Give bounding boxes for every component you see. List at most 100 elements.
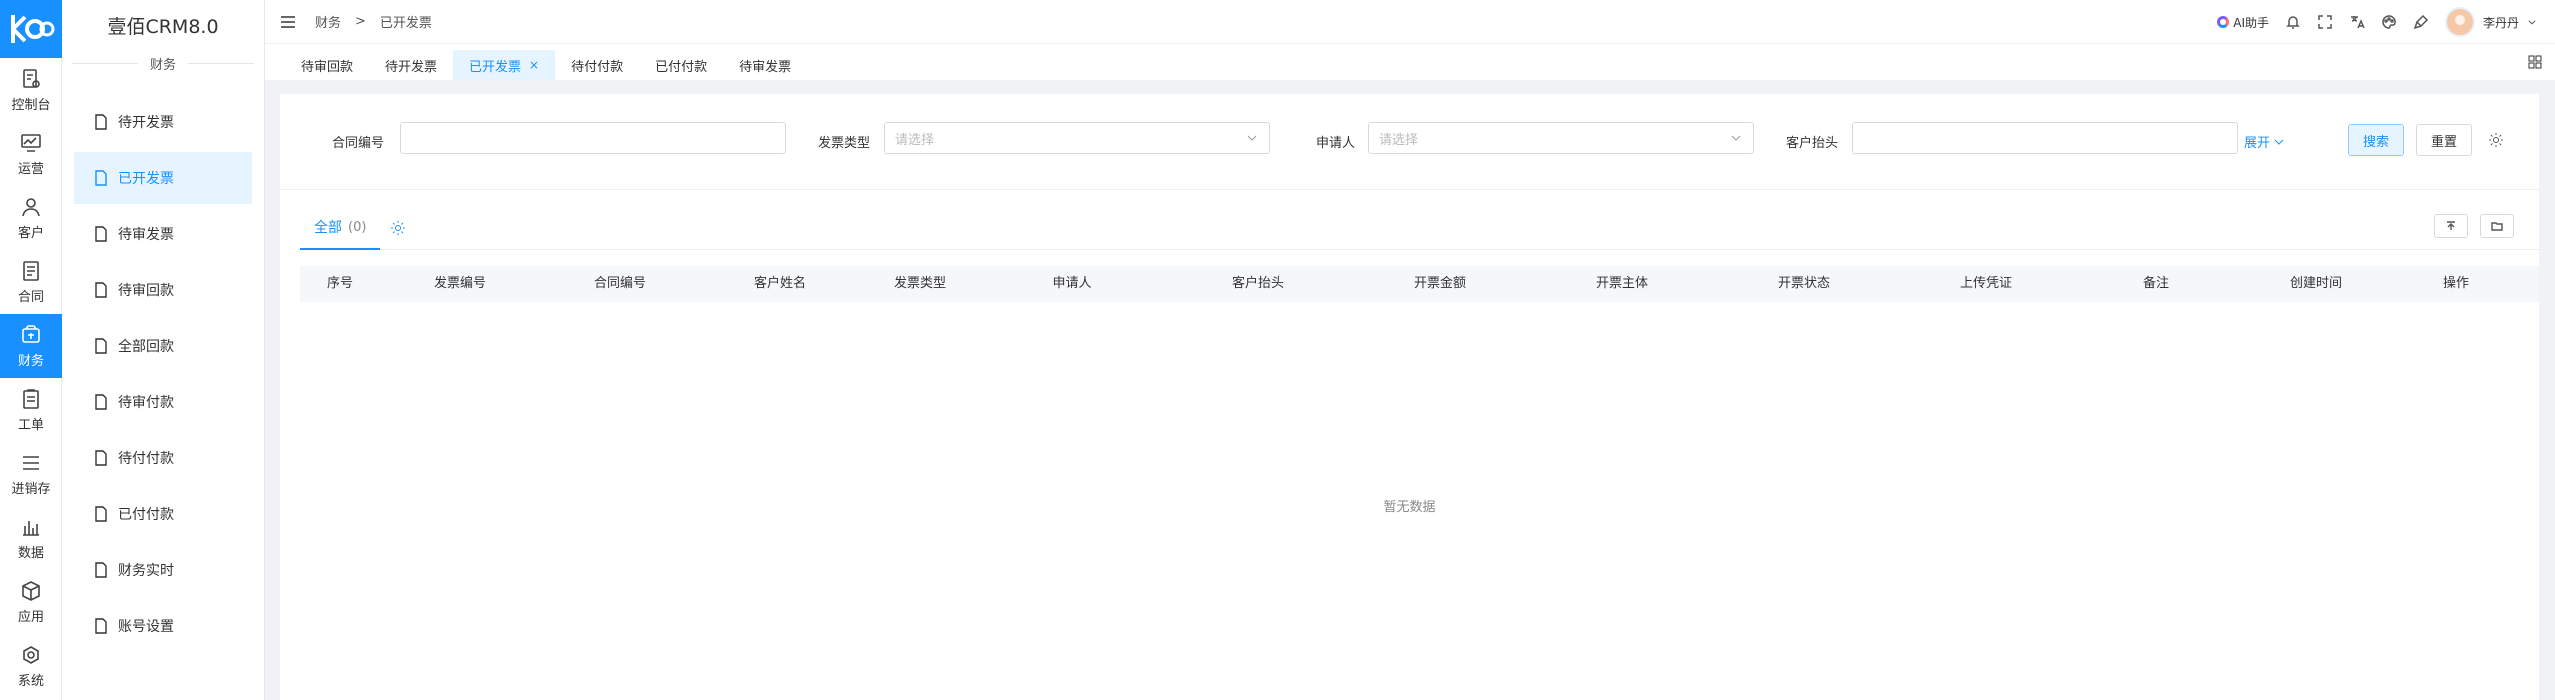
column-header: 合同编号 bbox=[593, 276, 647, 291]
tab-label: 待审回款 bbox=[301, 59, 354, 75]
rail-item-customers[interactable]: 客户 bbox=[0, 186, 62, 250]
chevron-down-icon bbox=[1731, 135, 1741, 141]
rail-item-tickets[interactable]: 工单 bbox=[0, 378, 62, 442]
fullscreen-icon[interactable] bbox=[2317, 14, 2333, 30]
rail-item-data[interactable]: 数据 bbox=[0, 506, 62, 570]
bar-chart-icon bbox=[23, 520, 39, 536]
chevron-down-icon bbox=[2274, 139, 2284, 145]
avatar bbox=[2444, 7, 2475, 37]
column-header: 操作 bbox=[2442, 276, 2470, 291]
customer-title-input[interactable] bbox=[1852, 122, 2238, 154]
finance-sidebar: 壹佰CRM8.0 财务 待开发票 已开发票 待审发票 待审回款 全部回款 待审付… bbox=[62, 0, 265, 700]
sidebar-item-account-settings[interactable]: 账号设置 bbox=[74, 600, 252, 652]
breadcrumb-item-finance[interactable]: 财务 bbox=[315, 12, 341, 31]
contract-no-input[interactable] bbox=[400, 122, 786, 154]
rail-label: 应用 bbox=[17, 609, 44, 625]
sidebar-item-finance-realtime[interactable]: 财务实时 bbox=[74, 544, 252, 596]
applicant-select[interactable]: 请选择 bbox=[1368, 122, 1754, 154]
close-icon[interactable]: × bbox=[529, 58, 539, 72]
sidebar-item-label: 待付付款 bbox=[118, 451, 174, 467]
rail-label: 运营 bbox=[17, 161, 44, 177]
tab-label: 待付付款 bbox=[571, 59, 624, 75]
system-icon bbox=[23, 645, 39, 664]
record-tabs: 全部 (0) bbox=[300, 206, 2539, 250]
breadcrumb-item-current: 已开发票 bbox=[379, 16, 432, 31]
folder-icon bbox=[2491, 222, 2503, 231]
contract-no-label: 合同编号 bbox=[332, 136, 385, 151]
sidebar-item-review-invoice[interactable]: 待审发票 bbox=[74, 208, 252, 260]
empty-state: 暂无数据 bbox=[1383, 500, 1436, 515]
document-icon bbox=[95, 282, 107, 298]
user-menu[interactable]: 李丹丹 bbox=[2444, 7, 2537, 37]
tab-issued-invoice[interactable]: 已开发票 × bbox=[453, 50, 556, 80]
invoice-type-label: 发票类型 bbox=[818, 136, 871, 151]
filter-panel: 合同编号 发票类型 请选择 申请人 请选择 客户抬头 展开 搜索 重置 bbox=[280, 94, 2539, 190]
tab-label: 已付付款 bbox=[655, 59, 708, 75]
tab-pending-payment[interactable]: 待付付款 bbox=[555, 50, 639, 80]
sidebar-item-label: 财务实时 bbox=[118, 563, 174, 579]
gear-icon[interactable] bbox=[2488, 132, 2504, 148]
document-icon bbox=[95, 562, 107, 578]
tab-label: 已开发票 bbox=[469, 59, 522, 75]
reset-button[interactable]: 重置 bbox=[2416, 124, 2472, 156]
tab-pending-invoice[interactable]: 待开发票 bbox=[369, 50, 453, 80]
expand-filters-button[interactable]: 展开 bbox=[2244, 132, 2284, 151]
rail-item-system[interactable]: 系统 bbox=[0, 634, 62, 698]
tab-label: 待审发票 bbox=[739, 59, 792, 75]
app-logo[interactable] bbox=[0, 0, 62, 58]
sidebar-section-title: 财务 bbox=[62, 50, 264, 76]
ai-assistant-button[interactable]: AI助手 bbox=[2217, 14, 2269, 31]
folder-button[interactable] bbox=[2480, 214, 2514, 238]
search-button[interactable]: 搜索 bbox=[2348, 124, 2404, 156]
rail-label: 客户 bbox=[17, 225, 44, 241]
clear-cache-icon[interactable] bbox=[2413, 14, 2429, 30]
rail-item-operations[interactable]: 运营 bbox=[0, 122, 62, 186]
customer-title-label: 客户抬头 bbox=[1786, 136, 1839, 151]
tab-all[interactable]: 全部 (0) bbox=[300, 206, 381, 250]
rail-item-apps[interactable]: 应用 bbox=[0, 570, 62, 634]
menu-toggle-icon[interactable] bbox=[281, 15, 295, 28]
column-header: 创建时间 bbox=[2289, 276, 2343, 291]
ticket-icon bbox=[23, 388, 39, 409]
rail-label: 系统 bbox=[17, 673, 44, 689]
column-header: 客户抬头 bbox=[1231, 276, 1285, 291]
translate-icon[interactable] bbox=[2349, 14, 2365, 30]
sidebar-item-pending-payment[interactable]: 待付付款 bbox=[74, 432, 252, 484]
sidebar-item-label: 待审付款 bbox=[118, 395, 174, 411]
applicant-placeholder: 请选择 bbox=[1379, 132, 1419, 148]
rail-item-finance[interactable]: 财务 bbox=[0, 314, 62, 378]
ai-assistant-label: AI助手 bbox=[2233, 15, 2269, 30]
sidebar-item-review-payment[interactable]: 待审付款 bbox=[74, 376, 252, 428]
tab-paid-payment[interactable]: 已付付款 bbox=[639, 50, 723, 80]
sidebar-item-paid-payment[interactable]: 已付付款 bbox=[74, 488, 252, 540]
contract-icon bbox=[23, 260, 39, 281]
expand-label: 展开 bbox=[2244, 136, 2271, 151]
section-label: 财务 bbox=[150, 57, 177, 73]
rail-item-dashboard[interactable]: 控制台 bbox=[0, 58, 62, 122]
finance-icon bbox=[22, 324, 40, 343]
column-header: 备注 bbox=[2142, 276, 2170, 291]
sidebar-item-all-receipts[interactable]: 全部回款 bbox=[74, 320, 252, 372]
grid-icon[interactable] bbox=[2527, 54, 2543, 70]
tab-review-receipt[interactable]: 待审回款 bbox=[285, 50, 369, 80]
rail-item-inventory[interactable]: 进销存 bbox=[0, 442, 62, 506]
bell-icon[interactable] bbox=[2285, 14, 2301, 30]
document-icon bbox=[95, 618, 107, 634]
rail-label: 工单 bbox=[17, 417, 44, 433]
rail-item-contracts[interactable]: 合同 bbox=[0, 250, 62, 314]
sidebar-item-review-receipt[interactable]: 待审回款 bbox=[74, 264, 252, 316]
gear-icon[interactable] bbox=[390, 220, 406, 236]
document-icon bbox=[95, 394, 107, 410]
sidebar-item-label: 待审发票 bbox=[118, 227, 174, 243]
sidebar-item-label: 已开发票 bbox=[118, 171, 174, 187]
main-nav-rail: 控制台 运营 客户 合同 财务 工单 进销存 数据 应用 系统 bbox=[0, 0, 62, 700]
sidebar-item-issued-invoice[interactable]: 已开发票 bbox=[74, 152, 252, 204]
cube-icon bbox=[22, 580, 40, 601]
sidebar-item-pending-invoice[interactable]: 待开发票 bbox=[74, 96, 252, 148]
invoice-type-select[interactable]: 请选择 bbox=[884, 122, 1270, 154]
export-button[interactable] bbox=[2434, 214, 2468, 238]
sidebar-item-label: 待开发票 bbox=[118, 115, 174, 131]
column-header: 发票类型 bbox=[893, 276, 947, 291]
tab-review-invoice[interactable]: 待审发票 bbox=[723, 50, 807, 80]
palette-icon[interactable] bbox=[2381, 14, 2397, 30]
